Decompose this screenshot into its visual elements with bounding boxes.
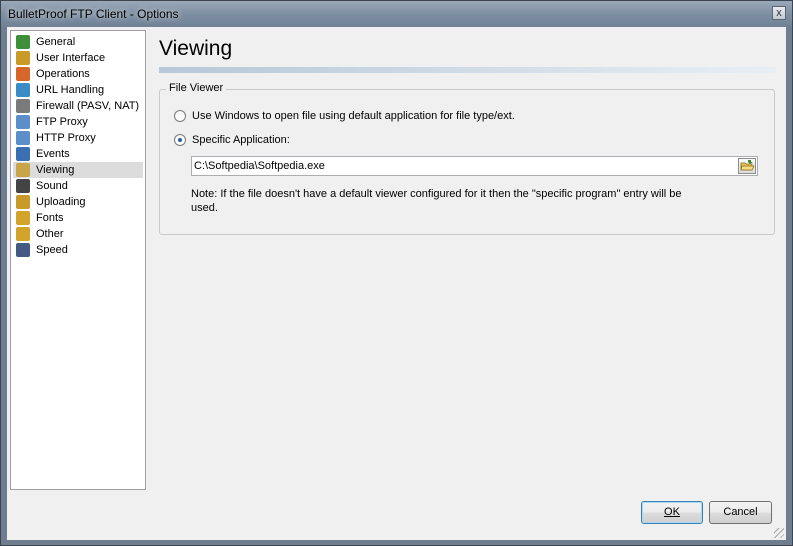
open-folder-icon xyxy=(740,160,755,171)
cancel-button-label: Cancel xyxy=(723,506,758,518)
sidebar-item-general[interactable]: General xyxy=(13,34,143,50)
sidebar-item-label: Operations xyxy=(36,68,90,80)
dialog-client-area: General User Interface Operations URL Handl… xyxy=(7,27,786,540)
uploading-icon xyxy=(16,195,30,209)
sidebar-item-other[interactable]: Other xyxy=(13,226,143,242)
specific-application-label[interactable]: Specific Application: xyxy=(192,132,290,148)
other-icon xyxy=(16,227,30,241)
options-window: BulletProof FTP Client - Options x Gener… xyxy=(0,0,793,546)
sidebar-item-label: Viewing xyxy=(36,164,75,176)
sidebar-item-label: URL Handling xyxy=(36,84,105,96)
cancel-button[interactable]: Cancel xyxy=(709,501,772,524)
events-icon xyxy=(16,147,30,161)
sidebar-item-label: User Interface xyxy=(36,52,106,64)
file-viewer-group: File Viewer Use Windows to open file usi… xyxy=(159,82,775,235)
sidebar-item-operations[interactable]: Operations xyxy=(13,66,143,82)
sidebar-item-label: Speed xyxy=(36,244,68,256)
specific-application-radio[interactable] xyxy=(174,134,186,146)
speed-icon xyxy=(16,243,30,257)
url-handling-icon xyxy=(16,83,30,97)
application-path-input[interactable] xyxy=(192,157,736,175)
magnifier-icon xyxy=(16,163,30,177)
options-page: Viewing File Viewer Use Windows to open … xyxy=(153,27,786,497)
sidebar-item-speed[interactable]: Speed xyxy=(13,242,143,258)
sidebar-item-label: General xyxy=(36,36,76,48)
ok-button-label: OK xyxy=(664,506,680,518)
sidebar-item-user-interface[interactable]: User Interface xyxy=(13,50,143,66)
title-bar[interactable]: BulletProof FTP Client - Options x xyxy=(1,1,792,27)
sidebar-item-label: Events xyxy=(36,148,70,160)
sidebar-item-label: Sound xyxy=(36,180,68,192)
windows-default-label[interactable]: Use Windows to open file using default a… xyxy=(192,108,515,124)
file-viewer-legend: File Viewer xyxy=(166,82,227,94)
page-title: Viewing xyxy=(159,37,233,60)
sidebar-item-label: HTTP Proxy xyxy=(36,132,96,144)
sidebar-item-sound[interactable]: Sound xyxy=(13,178,143,194)
sidebar-item-label: Fonts xyxy=(36,212,64,224)
operations-icon xyxy=(16,67,30,81)
sidebar-item-label: Other xyxy=(36,228,64,240)
firewall-icon xyxy=(16,99,30,113)
sidebar-item-viewing[interactable]: Viewing xyxy=(13,162,143,178)
sidebar-item-events[interactable]: Events xyxy=(13,146,143,162)
sidebar-item-firewall-pasv-nat[interactable]: Firewall (PASV, NAT) xyxy=(13,98,143,114)
sidebar-item-label: FTP Proxy xyxy=(36,116,88,128)
ftp-proxy-icon xyxy=(16,115,30,129)
viewer-note: Note: If the file doesn't have a default… xyxy=(191,188,682,214)
sidebar-item-uploading[interactable]: Uploading xyxy=(13,194,143,210)
browse-button[interactable] xyxy=(738,158,756,174)
windows-default-radio[interactable] xyxy=(174,110,186,122)
close-icon[interactable]: x xyxy=(772,6,786,20)
ok-button[interactable]: OK xyxy=(641,501,703,524)
user-interface-icon xyxy=(16,51,30,65)
sound-icon xyxy=(16,179,30,193)
sidebar-item-http-proxy[interactable]: HTTP Proxy xyxy=(13,130,143,146)
sidebar-item-url-handling[interactable]: URL Handling xyxy=(13,82,143,98)
general-icon xyxy=(16,35,30,49)
title-underline xyxy=(159,67,776,73)
window-title: BulletProof FTP Client - Options xyxy=(8,7,179,21)
http-proxy-icon xyxy=(16,131,30,145)
sidebar-item-fonts[interactable]: Fonts xyxy=(13,210,143,226)
resize-grip[interactable] xyxy=(774,528,784,538)
sidebar-item-ftp-proxy[interactable]: FTP Proxy xyxy=(13,114,143,130)
fonts-icon xyxy=(16,211,30,225)
application-path-field[interactable] xyxy=(191,156,758,176)
options-category-tree[interactable]: General User Interface Operations URL Handl… xyxy=(10,30,146,490)
sidebar-item-label: Uploading xyxy=(36,196,86,208)
sidebar-item-label: Firewall (PASV, NAT) xyxy=(36,100,140,112)
